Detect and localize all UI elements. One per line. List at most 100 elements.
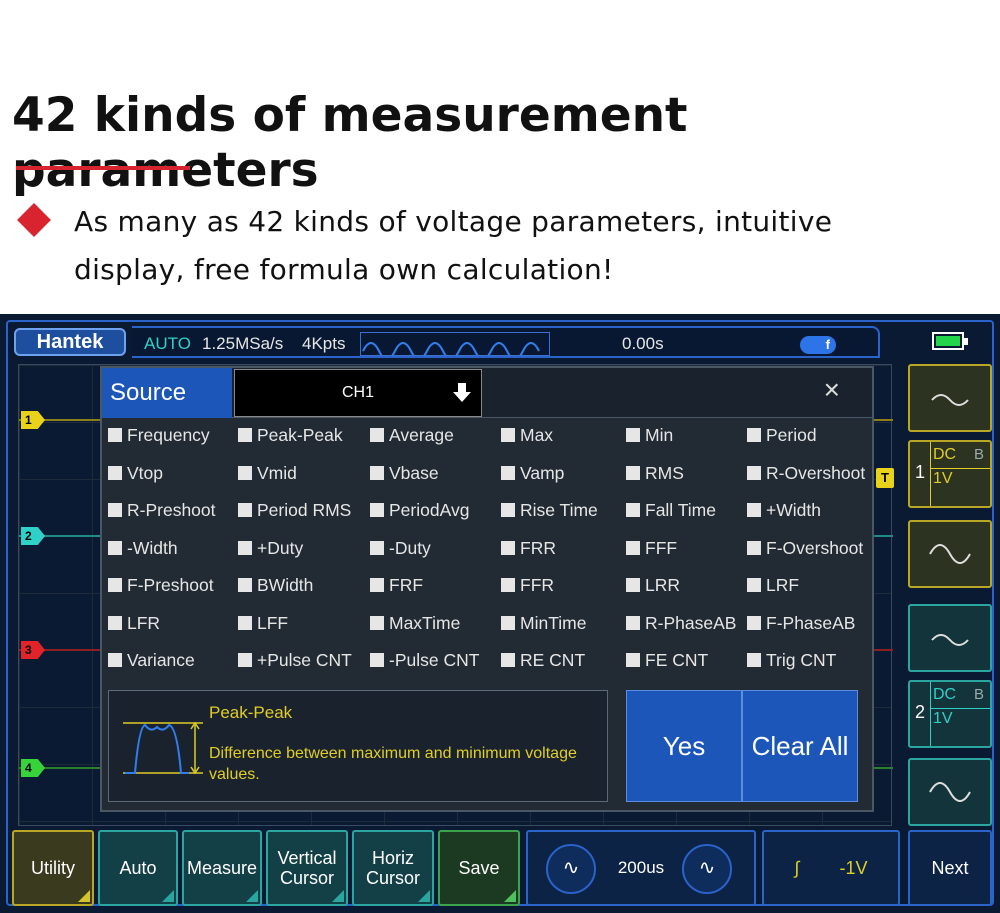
checkbox-icon[interactable] — [747, 578, 761, 592]
param-checkbox[interactable]: LFR — [108, 610, 160, 636]
checkbox-icon[interactable] — [238, 428, 252, 442]
checkbox-icon[interactable] — [370, 428, 384, 442]
param-checkbox[interactable]: Frequency — [108, 422, 210, 448]
checkbox-icon[interactable] — [370, 540, 384, 555]
checkbox-icon[interactable] — [626, 503, 640, 517]
checkbox-icon[interactable] — [370, 615, 384, 630]
param-checkbox[interactable]: F-Preshoot — [108, 572, 214, 598]
param-checkbox[interactable]: -Width — [108, 535, 178, 561]
save-button[interactable]: Save — [438, 830, 520, 906]
checkbox-icon[interactable] — [238, 503, 252, 517]
checkbox-icon[interactable] — [501, 428, 515, 442]
checkbox-icon[interactable] — [626, 428, 640, 442]
checkbox-icon[interactable] — [747, 465, 761, 480]
checkbox-icon[interactable] — [626, 540, 640, 555]
checkbox-icon[interactable] — [370, 465, 384, 480]
checkbox-icon[interactable] — [238, 615, 252, 630]
checkbox-icon[interactable] — [108, 653, 122, 667]
run-mode[interactable]: AUTO — [144, 334, 191, 354]
checkbox-icon[interactable] — [238, 540, 252, 555]
param-checkbox[interactable]: FFR — [501, 572, 554, 598]
checkbox-icon[interactable] — [238, 578, 252, 592]
param-checkbox[interactable]: Vbase — [370, 460, 439, 486]
timebase-left-knob[interactable]: ∿ — [546, 844, 596, 894]
ch1-marker[interactable]: 1 — [21, 411, 45, 429]
clear-all-button[interactable]: Clear All — [742, 690, 858, 802]
param-checkbox[interactable]: +Pulse CNT — [238, 647, 352, 673]
trigger-status-toggle[interactable]: f — [800, 336, 836, 354]
checkbox-icon[interactable] — [501, 503, 515, 517]
param-checkbox[interactable]: F-PhaseAB — [747, 610, 855, 636]
horiz-cursor-button[interactable]: Horiz Cursor — [352, 830, 434, 906]
trigger-level-marker[interactable]: T — [876, 468, 894, 488]
checkbox-icon[interactable] — [626, 615, 640, 630]
param-checkbox[interactable]: FRF — [370, 572, 423, 598]
measure-button[interactable]: Measure — [182, 830, 262, 906]
param-checkbox[interactable]: LRR — [626, 572, 680, 598]
checkbox-icon[interactable] — [501, 653, 515, 667]
ch1-settings[interactable]: 1 DC B 1V — [908, 440, 992, 508]
checkbox-icon[interactable] — [626, 578, 640, 592]
param-checkbox[interactable]: +Width — [747, 497, 821, 523]
param-checkbox[interactable]: +Duty — [238, 535, 303, 561]
param-checkbox[interactable]: F-Overshoot — [747, 535, 863, 561]
ch2-wave-button[interactable] — [908, 604, 992, 672]
param-checkbox[interactable]: -Pulse CNT — [370, 647, 479, 673]
param-checkbox[interactable]: R-Preshoot — [108, 497, 216, 523]
param-checkbox[interactable]: FFF — [626, 535, 677, 561]
param-checkbox[interactable]: Rise Time — [501, 497, 598, 523]
param-checkbox[interactable]: Variance — [108, 647, 195, 673]
checkbox-icon[interactable] — [747, 503, 761, 517]
checkbox-icon[interactable] — [626, 465, 640, 480]
auto-button[interactable]: Auto — [98, 830, 178, 906]
checkbox-icon[interactable] — [108, 540, 122, 555]
checkbox-icon[interactable] — [747, 428, 761, 442]
param-checkbox[interactable]: Average — [370, 422, 454, 448]
checkbox-icon[interactable] — [108, 465, 122, 480]
ch3-marker[interactable]: 3 — [21, 641, 45, 659]
param-checkbox[interactable]: Vmid — [238, 460, 297, 486]
close-icon[interactable]: × — [824, 374, 840, 406]
checkbox-icon[interactable] — [501, 615, 515, 630]
timebase-right-knob[interactable]: ∿ — [682, 844, 732, 894]
utility-button[interactable]: Utility — [12, 830, 94, 906]
param-checkbox[interactable]: MinTime — [501, 610, 586, 636]
param-checkbox[interactable]: LFF — [238, 610, 288, 636]
trigger-level-panel[interactable]: ∫ -1V — [762, 830, 900, 906]
checkbox-icon[interactable] — [747, 615, 761, 630]
param-checkbox[interactable]: FE CNT — [626, 647, 708, 673]
param-checkbox[interactable]: PeriodAvg — [370, 497, 469, 523]
checkbox-icon[interactable] — [501, 465, 515, 480]
yes-button[interactable]: Yes — [626, 690, 742, 802]
param-checkbox[interactable]: LRF — [747, 572, 799, 598]
next-button[interactable]: Next — [908, 830, 992, 906]
checkbox-icon[interactable] — [747, 540, 761, 555]
param-checkbox[interactable]: RE CNT — [501, 647, 585, 673]
checkbox-icon[interactable] — [108, 428, 122, 442]
checkbox-icon[interactable] — [501, 540, 515, 555]
checkbox-icon[interactable] — [108, 615, 122, 630]
checkbox-icon[interactable] — [370, 653, 384, 667]
param-checkbox[interactable]: Vamp — [501, 460, 564, 486]
ch1-wave-button[interactable] — [908, 364, 992, 432]
ch4-marker[interactable]: 4 — [21, 759, 45, 777]
param-checkbox[interactable]: RMS — [626, 460, 684, 486]
param-checkbox[interactable]: Period RMS — [238, 497, 351, 523]
ch1-sine-button[interactable] — [908, 520, 992, 588]
checkbox-icon[interactable] — [238, 653, 252, 667]
param-checkbox[interactable]: Min — [626, 422, 673, 448]
checkbox-icon[interactable] — [108, 578, 122, 592]
checkbox-icon[interactable] — [626, 653, 640, 667]
checkbox-icon[interactable] — [370, 503, 384, 517]
param-checkbox[interactable]: -Duty — [370, 535, 431, 561]
checkbox-icon[interactable] — [108, 503, 122, 517]
checkbox-icon[interactable] — [370, 578, 384, 592]
checkbox-icon[interactable] — [501, 578, 515, 592]
ch2-settings[interactable]: 2 DC B 1V — [908, 680, 992, 748]
param-checkbox[interactable]: BWidth — [238, 572, 313, 598]
param-checkbox[interactable]: MaxTime — [370, 610, 460, 636]
param-checkbox[interactable]: FRR — [501, 535, 556, 561]
param-checkbox[interactable]: Vtop — [108, 460, 163, 486]
param-checkbox[interactable]: Period — [747, 422, 817, 448]
param-checkbox[interactable]: Fall Time — [626, 497, 716, 523]
